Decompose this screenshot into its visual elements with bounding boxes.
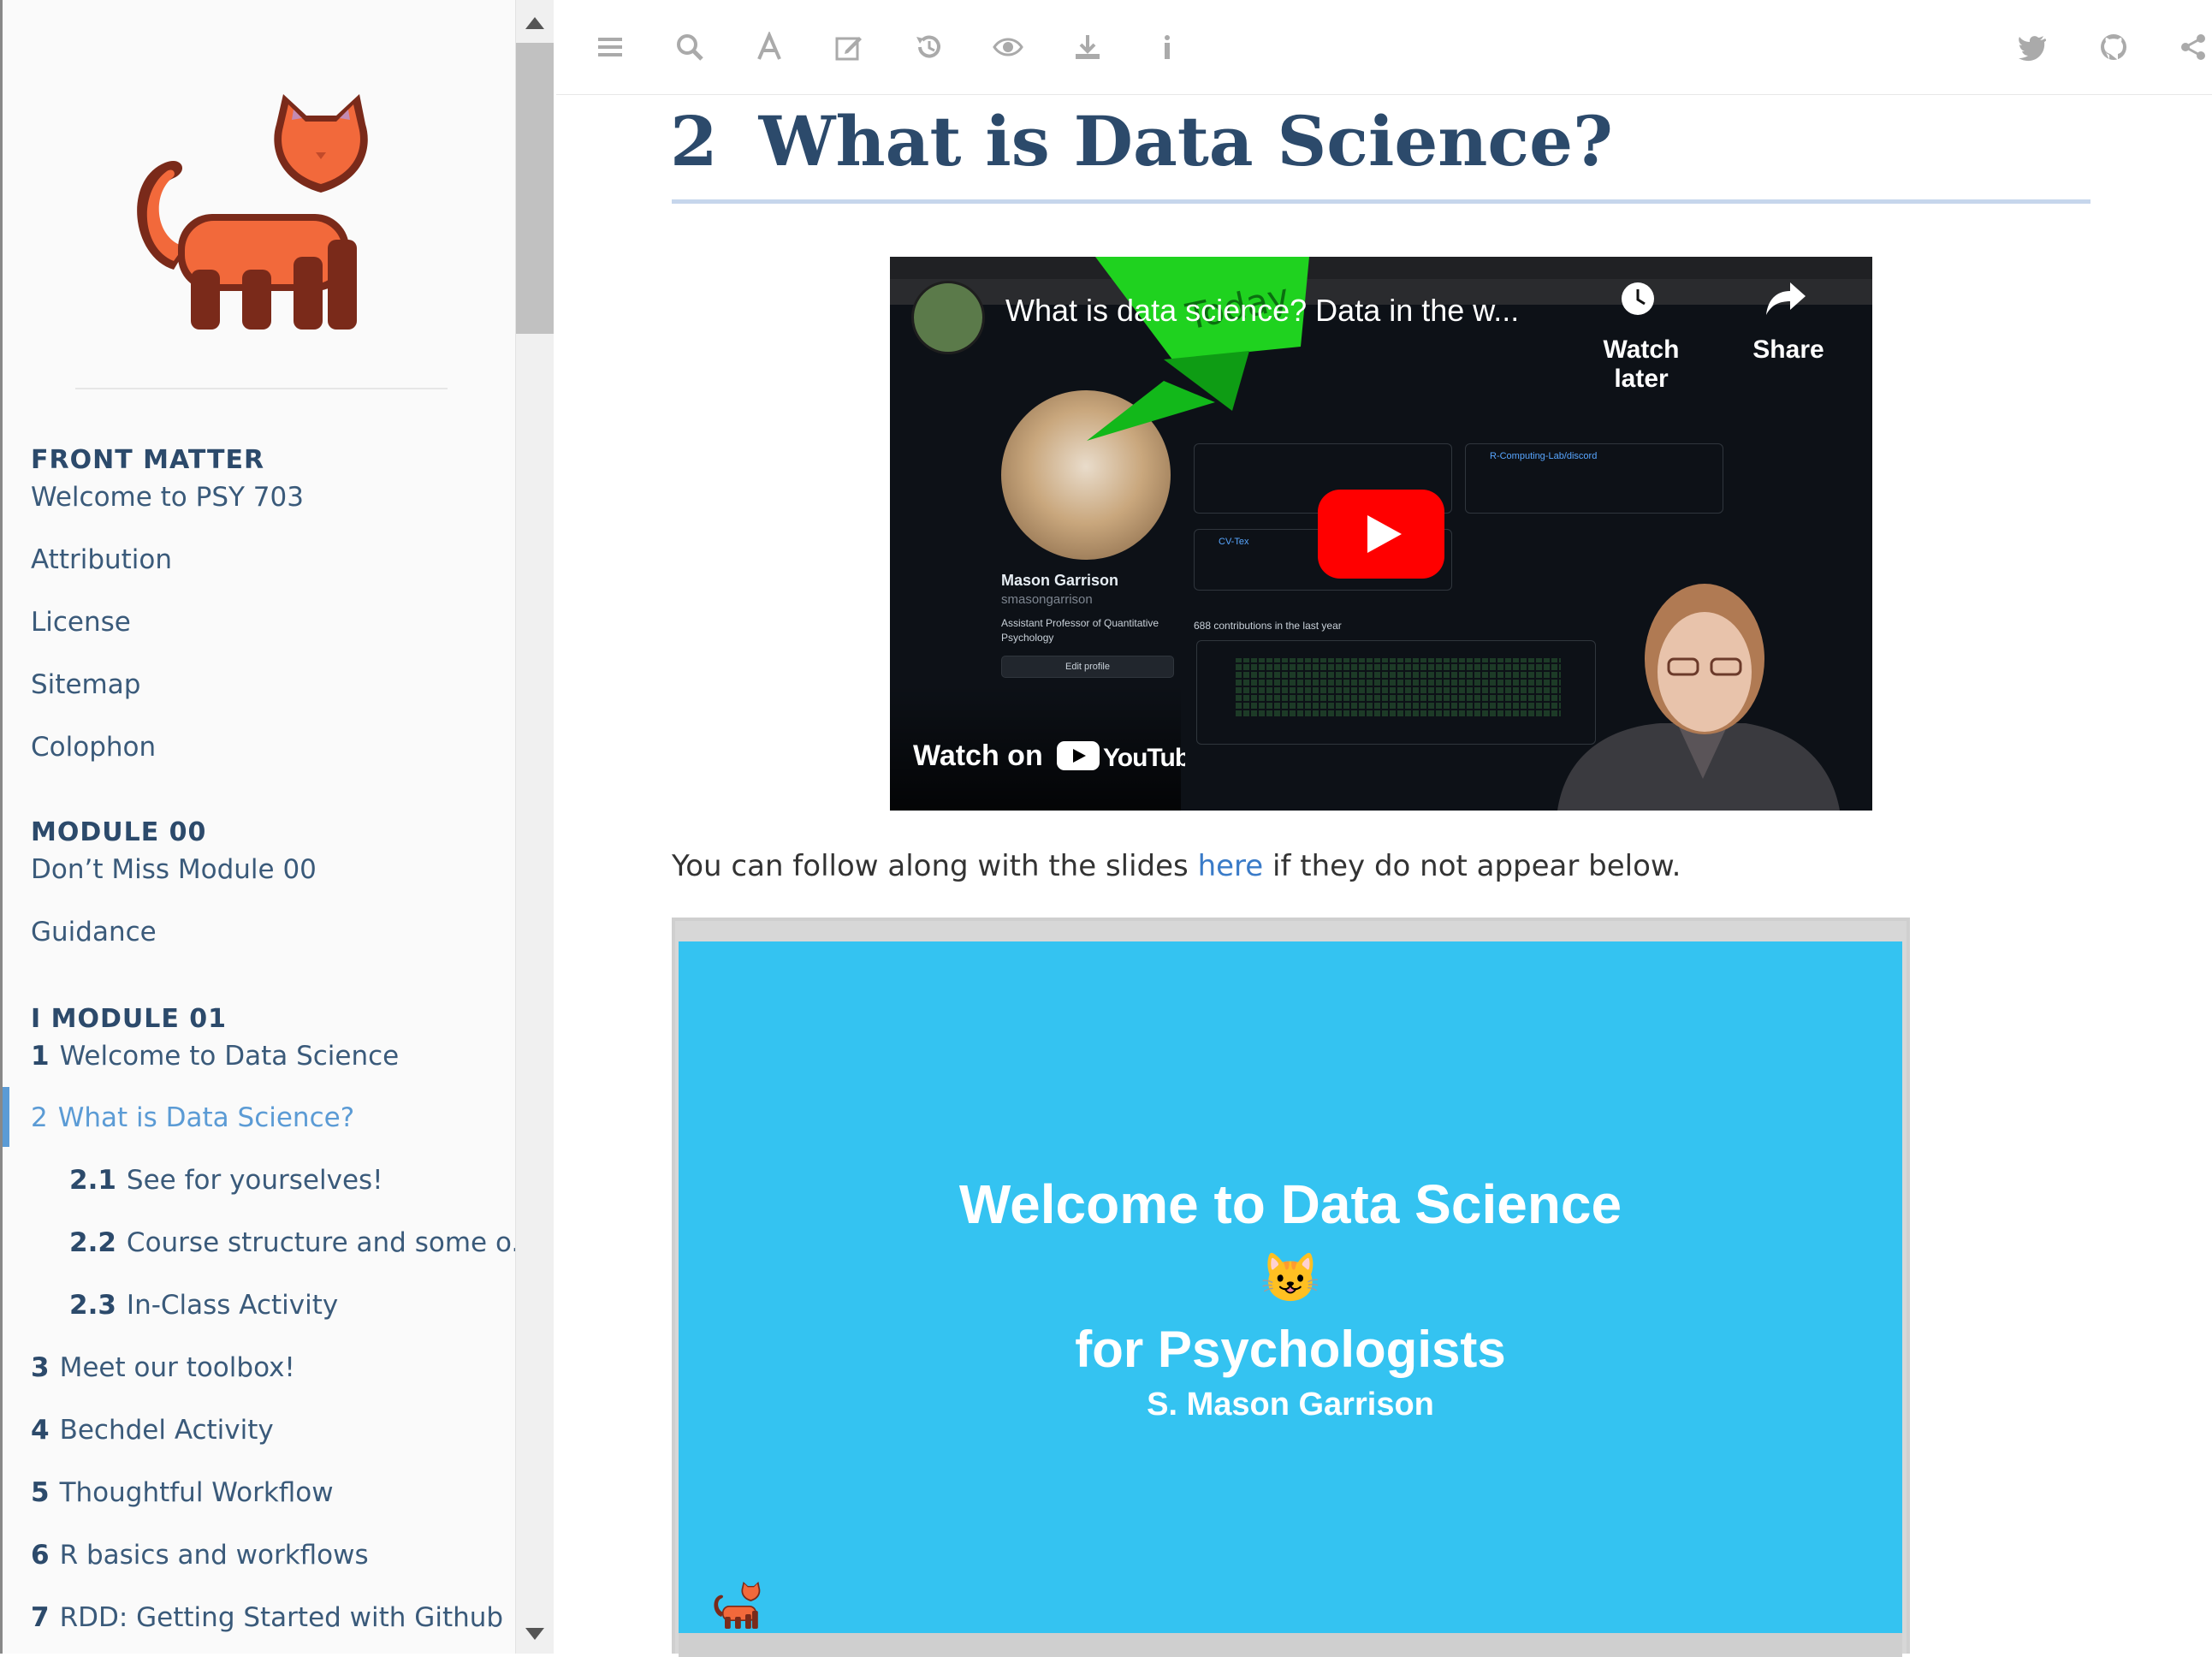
sidebar-item-section[interactable]: 2.2 Course structure and some o... — [69, 1227, 516, 1258]
share-icon[interactable] — [2172, 26, 2212, 68]
history-icon[interactable] — [907, 26, 950, 68]
scroll-up-icon[interactable] — [525, 17, 544, 29]
github-pin-card: R-Computing-Lab/discord — [1465, 443, 1723, 514]
chapter-label: Meet our toolbox! — [59, 1352, 295, 1383]
chapter-title: What is Data Science? — [758, 101, 1613, 181]
github-repo-name: R-Computing-Lab/discord — [1490, 451, 1598, 461]
chapter-number: 7 — [31, 1602, 50, 1633]
play-icon[interactable] — [1318, 490, 1444, 579]
chapter-label: Bechdel Activity — [59, 1415, 274, 1446]
menu-icon[interactable] — [589, 26, 632, 68]
section-label: Course structure and some o... — [126, 1227, 516, 1258]
sidebar-item-chapter[interactable]: 7 RDD: Getting Started with Github — [31, 1602, 503, 1633]
book-toolbar — [556, 0, 2212, 95]
chapter-number: 5 — [31, 1477, 50, 1508]
follow-text-after: if they do not appear below. — [1263, 849, 1681, 883]
sidebar-item-chapter[interactable]: 6 R basics and workflows — [31, 1540, 369, 1571]
slide-subtitle: for Psychologists — [1075, 1321, 1506, 1378]
info-icon[interactable] — [1146, 26, 1189, 68]
section-label: In-Class Activity — [126, 1290, 339, 1321]
page-title: 2 What is Data Science? — [670, 101, 1613, 181]
chapter-label: R basics and workflows — [59, 1540, 369, 1571]
sidebar-item-sitemap[interactable]: Sitemap — [31, 669, 140, 700]
github-icon[interactable] — [2092, 26, 2135, 68]
follow-text-before: You can follow along with the slides — [672, 849, 1198, 883]
presenter-video-icon — [1557, 584, 1840, 811]
section-number: 2.3 — [69, 1290, 116, 1321]
share-button[interactable]: Share — [1746, 336, 1831, 365]
chapter-number: 3 — [31, 1352, 50, 1383]
sidebar-item-colophon[interactable]: Colophon — [31, 732, 156, 763]
browser-tabbar — [890, 257, 1872, 279]
download-icon[interactable] — [1066, 26, 1109, 68]
sidebar-scroll-thumb[interactable] — [516, 43, 554, 334]
chapter-number: 4 — [31, 1415, 50, 1446]
section-label: See for yourselves! — [126, 1165, 383, 1196]
share-arrow-icon[interactable] — [1764, 281, 1807, 317]
clock-icon[interactable] — [1620, 281, 1656, 317]
sidebar-item-section[interactable]: 2.1 See for yourselves! — [69, 1165, 383, 1196]
sidebar-group-front-matter: FRONT MATTER — [31, 445, 265, 475]
sidebar-item-chapter[interactable]: 3 Meet our toolbox! — [31, 1352, 295, 1383]
sidebar-divider — [75, 388, 448, 389]
github-repo-name: CV-Tex — [1219, 537, 1249, 547]
chapter-label: Welcome to Data Science — [59, 1041, 400, 1072]
github-handle: smasongarrison — [1001, 592, 1093, 607]
github-edit-profile: Edit profile — [1001, 656, 1174, 678]
slide-title: Welcome to Data Science — [958, 1173, 1622, 1235]
section-number: 2.1 — [69, 1165, 116, 1196]
title-underline — [672, 199, 2090, 204]
github-name: Mason Garrison — [1001, 572, 1119, 589]
cat-logo-icon — [714, 1582, 761, 1629]
sidebar-item-license[interactable]: License — [31, 607, 131, 638]
font-icon[interactable] — [748, 26, 791, 68]
chapter-number: 2 — [31, 1102, 48, 1133]
chapter-label: Thoughtful Workflow — [59, 1477, 334, 1508]
eye-icon[interactable] — [987, 26, 1029, 68]
youtube-embed[interactable]: Mason Garrison smasongarrison Assistant … — [890, 257, 1872, 811]
youtube-wordmark: YouTube — [1103, 744, 1185, 772]
sidebar-group-module01: I MODULE 01 — [31, 1004, 228, 1034]
slide-author: S. Mason Garrison — [1147, 1387, 1434, 1422]
search-icon[interactable] — [668, 26, 711, 68]
chapter-number: 2 — [670, 101, 718, 181]
github-bio: Assistant Professor of Quantitative Psyc… — [1001, 617, 1159, 644]
section-number: 2.2 — [69, 1227, 116, 1258]
edit-icon[interactable] — [827, 26, 870, 68]
video-title[interactable]: What is data science? Data in the w... — [1005, 293, 1519, 329]
cat-logo-icon — [137, 94, 368, 330]
sidebar-item-chapter[interactable]: 1 Welcome to Data Science — [31, 1041, 399, 1072]
smiley-cat-icon: 😺 — [1260, 1250, 1320, 1304]
sidebar-item-guidance[interactable]: Guidance — [31, 917, 157, 947]
youtube-logo-icon[interactable]: YouTube — [1057, 738, 1204, 774]
watch-on-label[interactable]: Watch on — [913, 739, 1043, 773]
chapter-label: RDD: Getting Started with Github — [59, 1602, 504, 1633]
scroll-down-icon[interactable] — [525, 1628, 544, 1640]
chapter-number: 1 — [31, 1041, 50, 1072]
follow-paragraph: You can follow along with the slides her… — [672, 849, 1681, 883]
sidebar-group-module00: MODULE 00 — [31, 817, 207, 847]
github-contrib-count: 688 contributions in the last year — [1194, 620, 1342, 632]
today-flag-icon: Today — [1087, 257, 1309, 441]
twitter-icon[interactable] — [2011, 26, 2054, 68]
sidebar-item-section[interactable]: 2.3 In-Class Activity — [69, 1290, 338, 1321]
chapter-label: What is Data Science? — [57, 1102, 355, 1133]
chapter-number: 6 — [31, 1540, 50, 1571]
active-indicator — [3, 1087, 9, 1147]
sidebar-item-attribution[interactable]: Attribution — [31, 544, 172, 575]
sidebar-item-chapter[interactable]: 5 Thoughtful Workflow — [31, 1477, 334, 1508]
sidebar: FRONT MATTER Welcome to PSY 703 Attribut… — [0, 0, 516, 1654]
sidebar-item-chapter[interactable]: 4 Bechdel Activity — [31, 1415, 274, 1446]
slides-link[interactable]: here — [1198, 849, 1264, 883]
watch-later-button[interactable]: Watch later — [1581, 336, 1701, 394]
sidebar-item-dont-miss[interactable]: Don’t Miss Module 00 — [31, 854, 317, 885]
sidebar-item-welcome-psy703[interactable]: Welcome to PSY 703 — [31, 482, 304, 513]
channel-avatar[interactable] — [911, 281, 985, 354]
sidebar-item-chapter-active[interactable]: 2 What is Data Science? — [31, 1102, 354, 1133]
slide-canvas[interactable]: Welcome to Data Science 😺 for Psychologi… — [679, 941, 1902, 1633]
slides-embed[interactable]: Welcome to Data Science 😺 for Psychologi… — [672, 918, 1910, 1657]
